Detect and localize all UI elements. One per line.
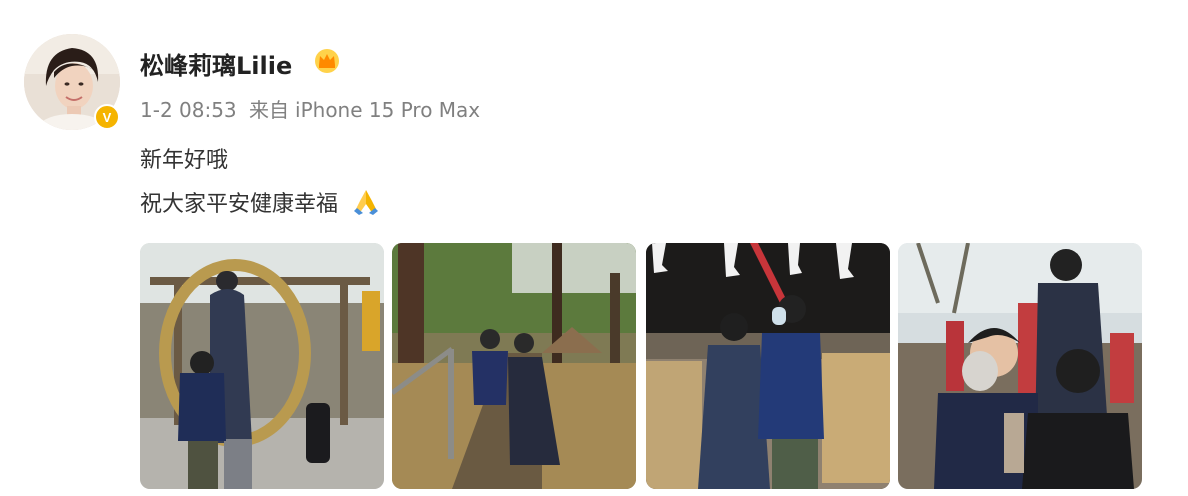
vip-crown-icon[interactable] bbox=[313, 48, 341, 74]
praying-hands-icon bbox=[351, 187, 381, 223]
forest-path-photo[interactable] bbox=[392, 243, 636, 489]
username[interactable]: 松峰莉璃Lilie bbox=[140, 46, 292, 81]
shrine-building-photo[interactable] bbox=[646, 243, 890, 489]
shrine-gate-photo[interactable] bbox=[140, 243, 384, 489]
post-meta: 1-2 08:53 来自 iPhone 15 Pro Max bbox=[140, 94, 486, 123]
verified-badge-icon: V bbox=[94, 104, 120, 130]
post-timestamp[interactable]: 1-2 08:53 bbox=[140, 98, 237, 122]
post-text-line-1: 新年好哦 bbox=[140, 148, 229, 173]
shrine-closeup-photo[interactable] bbox=[898, 243, 1142, 489]
source-prefix: 来自 bbox=[249, 98, 290, 122]
post-text-line-2: 祝大家平安健康幸福 bbox=[140, 186, 381, 223]
device-name: iPhone 15 Pro Max bbox=[295, 98, 481, 122]
post-text-line-2-text: 祝大家平安健康幸福 bbox=[140, 192, 339, 217]
